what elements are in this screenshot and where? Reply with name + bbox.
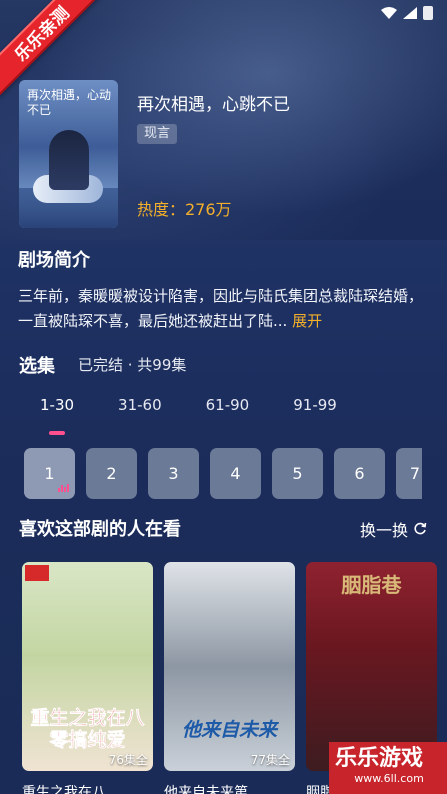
tab-range-1-30[interactable]: 1-30 (40, 396, 74, 414)
recommend-name[interactable]: 他来自未来第... (164, 782, 306, 794)
recommend-list: 重生之我在八零搞纯爱 76集全 他来自未来 77集全 胭脂巷 (22, 562, 447, 771)
recommend-card[interactable]: 重生之我在八零搞纯爱 76集全 (22, 562, 153, 771)
intro-text: 三年前，秦暖暖被设计陷害，因此与陆氏集团总裁陆琛结婚，一直被陆琛不喜，最后她还被… (18, 287, 424, 330)
episodes-status: 已完结 · 共99集 (78, 356, 187, 374)
episode-count: 76集全 (108, 753, 148, 767)
watermark-logo: 乐乐游戏 www.6ll.com (329, 742, 447, 794)
episode-button[interactable]: 3 (148, 448, 199, 499)
episode-number: 4 (230, 464, 241, 483)
episode-range-tabs: 1-30 31-60 61-90 91-99 (40, 396, 381, 414)
tab-range-61-90[interactable]: 61-90 (206, 396, 250, 414)
tab-range-91-99[interactable]: 91-99 (293, 396, 337, 414)
recommend-heading: 喜欢这部剧的人在看 (19, 519, 181, 540)
heat-value: 热度：276万 (137, 200, 232, 219)
episode-number: 5 (292, 464, 303, 483)
episode-number: 6 (354, 464, 365, 483)
episode-button[interactable]: 7 (396, 448, 422, 499)
wifi-icon (381, 7, 397, 19)
refresh-icon (414, 522, 427, 535)
episode-button[interactable]: 6 (334, 448, 385, 499)
episode-number: 1 (44, 464, 55, 483)
episode-button[interactable]: 2 (86, 448, 137, 499)
cover-title: 重生之我在八零搞纯爱 (30, 707, 145, 752)
episode-button[interactable]: 5 (272, 448, 323, 499)
refresh-label: 换一换 (360, 521, 409, 540)
recommend-card[interactable]: 他来自未来 77集全 (164, 562, 295, 771)
tab-range-31-60[interactable]: 31-60 (118, 396, 162, 414)
episode-button[interactable]: 4 (210, 448, 261, 499)
refresh-button[interactable]: 换一换 (360, 517, 427, 541)
battery-icon (423, 6, 433, 20)
episode-button[interactable]: 1 (24, 448, 75, 499)
recommend-card[interactable]: 胭脂巷 (306, 562, 437, 771)
episode-count: 77集全 (250, 753, 290, 767)
expand-link[interactable]: 展开 (292, 312, 322, 330)
recommend-name[interactable]: 重生之我在八... (22, 782, 164, 794)
signal-icon (403, 7, 417, 19)
intro-text-block: 三年前，秦暖暖被设计陷害，因此与陆氏集团总裁陆琛结婚，一直被陆琛不喜，最后她还被… (18, 284, 432, 334)
drama-title: 再次相遇，心跳不已 (137, 95, 290, 115)
episode-number: 2 (106, 464, 117, 483)
episode-number: 7 (409, 464, 420, 483)
playing-icon (58, 484, 69, 492)
watermark-text: 乐乐游戏 (335, 746, 424, 771)
status-bar (381, 6, 433, 20)
watermark-url: www.6ll.com (354, 772, 424, 785)
active-tab-indicator (49, 431, 65, 435)
poster-figure-man (49, 130, 89, 190)
genre-tag[interactable]: 现言 (137, 124, 178, 144)
cover-title: 胭脂巷 (341, 573, 402, 597)
episode-number: 3 (168, 464, 179, 483)
cover-title: 他来自未来 (181, 719, 277, 741)
drama-poster[interactable]: 再次相遇，心动不已 (19, 80, 118, 228)
episode-list: 1 2 3 4 5 6 7 (24, 448, 422, 499)
episodes-heading: 选集 (19, 356, 55, 377)
poster-title: 再次相遇，心动不已 (27, 88, 112, 117)
intro-heading: 剧场简介 (18, 250, 90, 271)
cover-badge (25, 565, 49, 581)
